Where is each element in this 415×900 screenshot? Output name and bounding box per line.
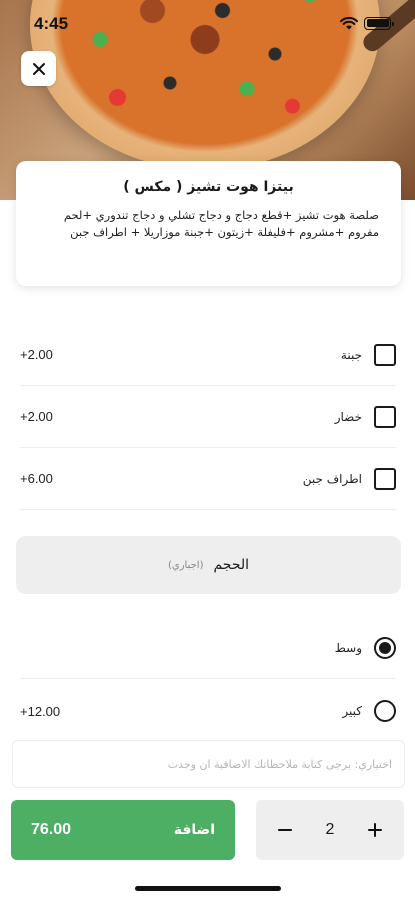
item-title: بيتزا هوت تشيز ( مكس ) bbox=[123, 179, 294, 195]
addon-row-cheese[interactable]: +2.00 جبنة bbox=[20, 324, 396, 386]
status-bar: 4:45 bbox=[0, 0, 415, 48]
size-section-title: الحجم bbox=[213, 557, 250, 573]
minus-icon bbox=[278, 829, 292, 831]
item-info-card: بيتزا هوت تشيز ( مكس ) صلصة هوت تشيز +قط… bbox=[16, 161, 401, 286]
size-price: +12.00 bbox=[20, 703, 61, 719]
quantity-value: 2 bbox=[325, 821, 335, 838]
plus-icon bbox=[368, 823, 382, 837]
addon-checkbox[interactable] bbox=[374, 405, 396, 428]
addon-price: +2.00 bbox=[20, 409, 53, 424]
radio-dot bbox=[379, 641, 391, 654]
size-label: كبير bbox=[342, 704, 362, 718]
add-button-label: اضافة bbox=[173, 822, 215, 838]
addon-checkbox[interactable] bbox=[374, 343, 396, 366]
addon-row-vegetables[interactable]: +2.00 خضار bbox=[20, 386, 396, 448]
size-radio[interactable] bbox=[374, 700, 396, 722]
addon-price: +2.00 bbox=[20, 347, 53, 362]
total-price: 76.00 bbox=[31, 821, 72, 838]
item-description: صلصة هوت تشيز +قطع دجاج و دجاج تشلي و دج… bbox=[63, 208, 379, 239]
notes-input[interactable] bbox=[12, 740, 405, 788]
home-indicator bbox=[135, 886, 281, 891]
addon-price: +6.00 bbox=[20, 471, 53, 486]
addon-label: اطراف جبن bbox=[302, 471, 362, 486]
decrement-button[interactable] bbox=[274, 819, 296, 841]
status-icons bbox=[340, 16, 394, 30]
quantity-stepper: 2 bbox=[256, 800, 404, 860]
increment-button[interactable] bbox=[364, 819, 386, 841]
addon-row-cheese-crust[interactable]: +6.00 اطراف جبن bbox=[20, 448, 396, 510]
addon-checkbox[interactable] bbox=[374, 467, 396, 490]
addon-label: خضار bbox=[334, 409, 362, 424]
wifi-icon bbox=[340, 16, 358, 30]
size-row-large[interactable]: +12.00 كبير bbox=[20, 680, 396, 742]
status-time: 4:45 bbox=[34, 14, 69, 33]
size-row-medium[interactable]: وسط bbox=[20, 617, 396, 679]
required-label: (اجباري) bbox=[167, 559, 204, 571]
close-icon bbox=[32, 62, 45, 75]
size-section-header: الحجم (اجباري) bbox=[16, 536, 401, 594]
add-to-cart-button[interactable]: 76.00 اضافة bbox=[11, 800, 235, 860]
size-label: وسط bbox=[334, 640, 362, 655]
size-radio-selected[interactable] bbox=[374, 636, 396, 659]
close-button[interactable] bbox=[21, 51, 56, 86]
battery-icon bbox=[364, 16, 394, 30]
addon-label: جبنة bbox=[340, 347, 362, 362]
